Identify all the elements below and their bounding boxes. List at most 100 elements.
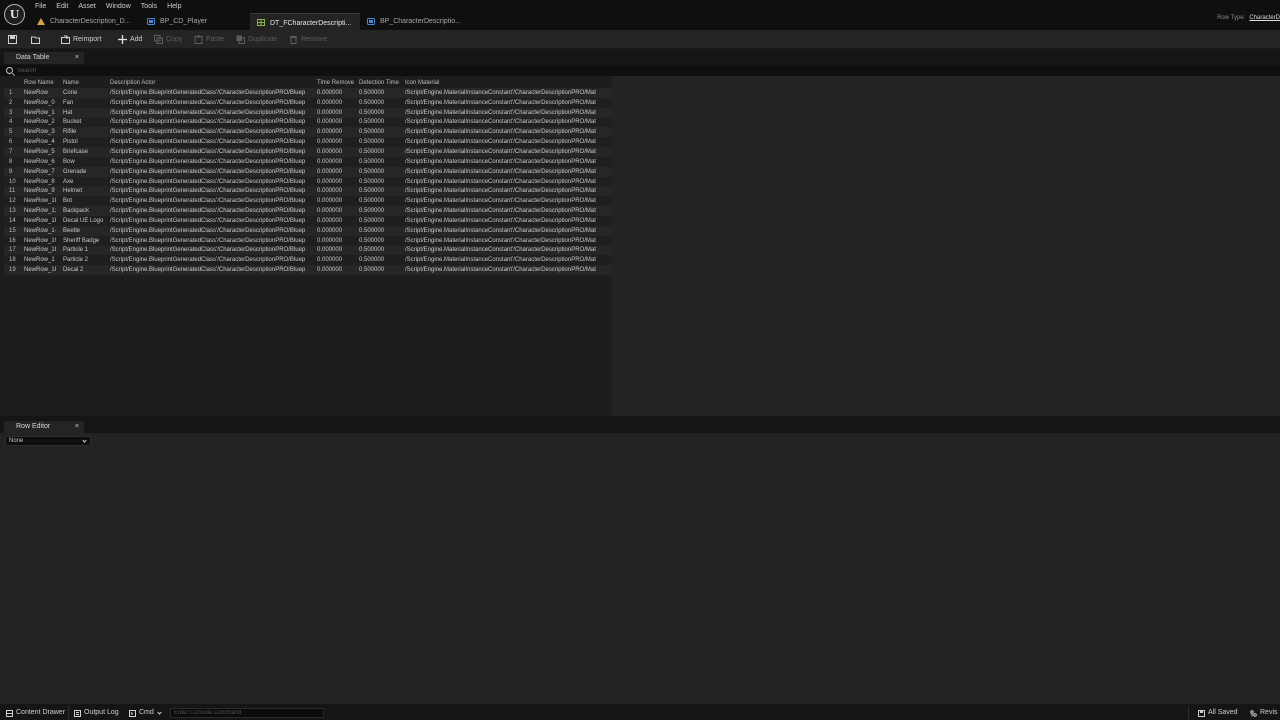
cell-name[interactable]: Axe	[61, 176, 108, 187]
unreal-logo-icon[interactable]: U	[4, 4, 25, 25]
cell-detection-time[interactable]: 0.500000	[357, 176, 403, 187]
column-header-description-actor[interactable]: Description Actor	[108, 78, 315, 88]
cell-description-actor[interactable]: /Script/Engine.BlueprintGeneratedClass'/…	[108, 186, 315, 197]
cell-icon-material[interactable]: /Script/Engine.MaterialInstanceConstant'…	[403, 166, 612, 177]
column-header-detection-time[interactable]: Detection Time	[357, 78, 403, 88]
cell-detection-time[interactable]: 0.500000	[357, 245, 403, 256]
cell-name[interactable]: Bow	[61, 156, 108, 167]
cell-description-actor[interactable]: /Script/Engine.BlueprintGeneratedClass'/…	[108, 107, 315, 118]
table-row[interactable]: 14 NewRow_1I Decal UE Logo/Script/Engine.B…	[4, 215, 612, 226]
menu-help[interactable]: Help	[162, 1, 186, 12]
cell-row-name[interactable]: NewRow_1;	[22, 206, 61, 216]
cell-description-actor[interactable]: /Script/Engine.BlueprintGeneratedClass'/…	[108, 88, 315, 98]
cell-time-remove[interactable]: 0.000000	[315, 186, 357, 197]
cell-icon-material[interactable]: /Script/Engine.MaterialInstanceConstant'…	[403, 88, 612, 98]
remove-button[interactable]: Remove	[289, 33, 327, 46]
tab-bp-character-description[interactable]: BP_CharacterDescriptio...	[360, 13, 470, 30]
cell-detection-time[interactable]: 0.500000	[357, 107, 403, 118]
cell-name[interactable]: Grenade	[61, 166, 108, 177]
cell-row-name[interactable]: NewRow_4	[22, 137, 61, 148]
cell-detection-time[interactable]: 0.500000	[357, 137, 403, 148]
cell-time-remove[interactable]: 0.000000	[315, 196, 357, 207]
cell-row-name[interactable]: NewRow_1·	[22, 225, 61, 236]
cell-time-remove[interactable]: 0.000000	[315, 265, 357, 276]
column-header-icon-material[interactable]: Icon Material	[403, 78, 612, 88]
search-input[interactable]	[17, 66, 1277, 75]
table-row[interactable]: 3 NewRow_1 Hat/Script/Engine.BlueprintGene…	[4, 107, 612, 118]
output-log-button[interactable]: Output Log	[74, 707, 119, 719]
cell-description-actor[interactable]: /Script/Engine.BlueprintGeneratedClass'/…	[108, 117, 315, 128]
cell-icon-material[interactable]: /Script/Engine.MaterialInstanceConstant'…	[403, 107, 612, 118]
cell-description-actor[interactable]: /Script/Engine.BlueprintGeneratedClass'/…	[108, 166, 315, 177]
cell-name[interactable]: Fan	[61, 97, 108, 108]
cell-name[interactable]: Bot	[61, 196, 108, 207]
cmd-dropdown[interactable]: Cmd	[129, 707, 162, 719]
cell-icon-material[interactable]: /Script/Engine.MaterialInstanceConstant'…	[403, 265, 612, 276]
cell-detection-time[interactable]: 0.500000	[357, 156, 403, 167]
cell-description-actor[interactable]: /Script/Engine.BlueprintGeneratedClass'/…	[108, 245, 315, 256]
cell-time-remove[interactable]: 0.000000	[315, 255, 357, 266]
cell-time-remove[interactable]: 0.000000	[315, 127, 357, 138]
cell-name[interactable]: Hat	[61, 107, 108, 118]
cell-icon-material[interactable]: /Script/Engine.MaterialInstanceConstant'…	[403, 156, 612, 167]
cell-row-name[interactable]: NewRow_1I	[22, 215, 61, 226]
cell-detection-time[interactable]: 0.500000	[357, 225, 403, 236]
duplicate-button[interactable]: Duplicate	[236, 33, 277, 46]
menu-tools[interactable]: Tools	[136, 1, 162, 12]
cell-description-actor[interactable]: /Script/Engine.BlueprintGeneratedClass'/…	[108, 137, 315, 148]
cell-time-remove[interactable]: 0.000000	[315, 215, 357, 226]
cell-row-name[interactable]: NewRow_6	[22, 156, 61, 167]
cell-description-actor[interactable]: /Script/Engine.BlueprintGeneratedClass'/…	[108, 127, 315, 138]
cell-icon-material[interactable]: /Script/Engine.MaterialInstanceConstant'…	[403, 176, 612, 187]
cell-row-name[interactable]: NewRow_1I	[22, 196, 61, 207]
cell-detection-time[interactable]: 0.500000	[357, 235, 403, 246]
cell-detection-time[interactable]: 0.500000	[357, 147, 403, 157]
cell-row-name[interactable]: NewRow	[22, 88, 61, 98]
reimport-button[interactable]: Reimport	[61, 33, 101, 46]
menu-window[interactable]: Window	[101, 1, 136, 12]
table-row[interactable]: 4 NewRow_2 Bucket/Script/Engine.BlueprintG…	[4, 117, 612, 128]
cell-row-name[interactable]: NewRow_1I	[22, 265, 61, 276]
cell-time-remove[interactable]: 0.000000	[315, 166, 357, 177]
cell-description-actor[interactable]: /Script/Engine.BlueprintGeneratedClass'/…	[108, 225, 315, 236]
cell-icon-material[interactable]: /Script/Engine.MaterialInstanceConstant'…	[403, 186, 612, 197]
cell-name[interactable]: Sheriff Badge	[61, 235, 108, 246]
cell-time-remove[interactable]: 0.000000	[315, 245, 357, 256]
column-header-row-name[interactable]: Row Name	[22, 78, 61, 88]
cell-time-remove[interactable]: 0.000000	[315, 176, 357, 187]
browse-button[interactable]	[31, 33, 43, 46]
cell-row-name[interactable]: NewRow_3	[22, 127, 61, 138]
cell-time-remove[interactable]: 0.000000	[315, 147, 357, 157]
cell-detection-time[interactable]: 0.500000	[357, 206, 403, 216]
tab-row-editor[interactable]: Row Editor ×	[4, 421, 84, 433]
cell-row-name[interactable]: NewRow_0	[22, 97, 61, 108]
cell-detection-time[interactable]: 0.500000	[357, 166, 403, 177]
cell-description-actor[interactable]: /Script/Engine.BlueprintGeneratedClass'/…	[108, 215, 315, 226]
cell-name[interactable]: Decal UE Logo	[61, 215, 108, 226]
table-row[interactable]: 7 NewRow_5 Briefcase/Script/Engine.Bluepri…	[4, 147, 612, 157]
tab-dt-fcharacter-description[interactable]: DT_FCharacterDescripti... ×	[250, 13, 360, 30]
cell-name[interactable]: Backpack	[61, 206, 108, 216]
row-select-dropdown[interactable]: None	[5, 436, 91, 446]
cell-row-name[interactable]: NewRow_1!	[22, 235, 61, 246]
cell-row-name[interactable]: NewRow_2	[22, 117, 61, 128]
cell-name[interactable]: Cone	[61, 88, 108, 98]
cell-detection-time[interactable]: 0.500000	[357, 265, 403, 276]
cell-icon-material[interactable]: /Script/Engine.MaterialInstanceConstant'…	[403, 215, 612, 226]
cell-time-remove[interactable]: 0.000000	[315, 225, 357, 236]
cell-detection-time[interactable]: 0.500000	[357, 215, 403, 226]
table-row[interactable]: 1 NewRow Cone/Script/Engine.BlueprintGener…	[4, 88, 612, 98]
copy-button[interactable]: Copy	[154, 33, 182, 46]
cell-detection-time[interactable]: 0.500000	[357, 88, 403, 98]
cell-time-remove[interactable]: 0.000000	[315, 88, 357, 98]
cell-icon-material[interactable]: /Script/Engine.MaterialInstanceConstant'…	[403, 225, 612, 236]
cell-icon-material[interactable]: /Script/Engine.MaterialInstanceConstant'…	[403, 196, 612, 207]
table-row[interactable]: 13 NewRow_1; Backpack/Script/Engine.Bluepr…	[4, 206, 612, 216]
cell-detection-time[interactable]: 0.500000	[357, 196, 403, 207]
table-row[interactable]: 2 NewRow_0 Fan/Script/Engine.BlueprintGene…	[4, 97, 612, 108]
cell-time-remove[interactable]: 0.000000	[315, 97, 357, 108]
row-type-link[interactable]: CharacterD	[1249, 15, 1280, 21]
cell-name[interactable]: Particle 1	[61, 245, 108, 256]
content-drawer-button[interactable]: Content Drawer	[6, 707, 65, 719]
all-saved-button[interactable]: All Saved	[1198, 707, 1238, 719]
